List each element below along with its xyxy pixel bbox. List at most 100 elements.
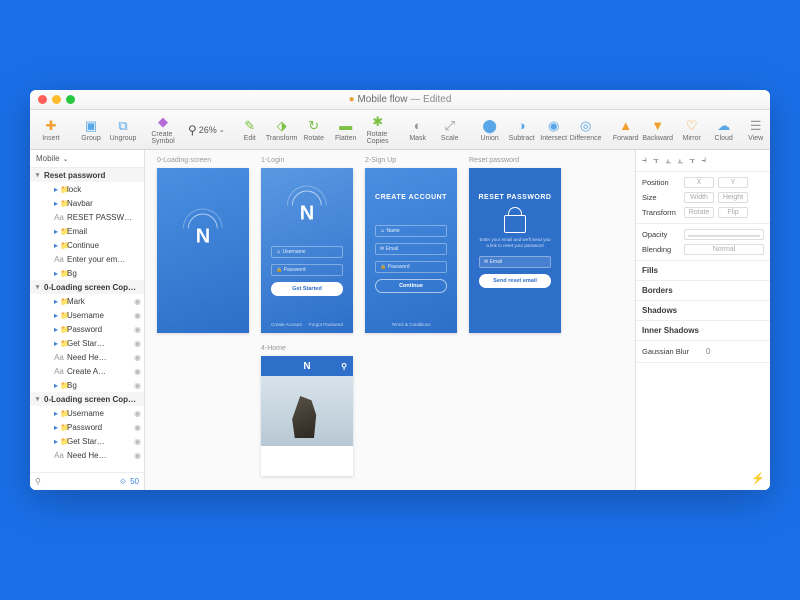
flip-input[interactable]: Flip [718,207,748,218]
union-button[interactable]: ⬤Union [475,116,505,144]
blending-select[interactable]: Normal [684,244,764,255]
layer-row[interactable]: ▸ 📁Continue [30,238,144,252]
email-field: ✉ Email [375,243,447,255]
canvas[interactable]: 0-Loading screen N 1-Login N ☺ Username … [145,150,635,490]
layer-row[interactable]: AaRESET PASSW… [30,210,144,224]
continue-button: Continue [375,279,447,293]
artboard-loading[interactable]: 0-Loading screen N [157,168,249,333]
ungroup-button[interactable]: ⧉Ungroup [108,116,138,144]
visibility-icon[interactable]: ◉ [134,423,144,432]
bolt-icon[interactable]: ⚡ [751,472,765,485]
flatten-button[interactable]: ▬Flatten [331,116,361,144]
traffic-lights [30,95,75,104]
layer-row[interactable]: ▸ 📁Bg [30,266,144,280]
cloud-button[interactable]: ☁Cloud [709,116,739,144]
zoom-control[interactable]: ⚲26%⌄ [188,123,225,137]
home-navbar: N⚲ [261,356,353,376]
artboard-reset[interactable]: Reset password RESET PASSWORD Enter your… [469,168,561,333]
layer-row[interactable]: AaEnter your em… [30,252,144,266]
forward-button[interactable]: ▲Forward [611,116,641,144]
visibility-icon[interactable]: ◉ [134,437,144,446]
layer-row[interactable]: ▸ 📁Bg◉ [30,378,144,392]
page-selector[interactable]: Mobile ⌄ [30,150,144,168]
toolbar: ✚Insert ▣Group ⧉Ungroup ◆Create Symbol ⚲… [30,110,770,150]
borders-section[interactable]: Borders [642,284,764,297]
visibility-icon[interactable]: ◉ [134,451,144,460]
fills-section[interactable]: Fills [642,264,764,277]
layer-row[interactable]: ▸ 📁Navbar [30,196,144,210]
layer-row[interactable]: ▸ 📁Username◉ [30,406,144,420]
inner-shadows-section[interactable]: Inner Shadows [642,324,764,337]
send-reset-button: Send reset email [479,274,551,288]
visibility-icon[interactable]: ◉ [134,409,144,418]
artboard-home[interactable]: 4-Home N⚲ [261,356,353,476]
artboard-label: Reset password [469,157,519,164]
visibility-icon[interactable]: ◉ [134,367,144,376]
rotate-input[interactable]: Rotate [684,207,714,218]
screen-title: CREATE ACCOUNT [365,168,457,201]
layer-row[interactable]: AaNeed He…◉ [30,350,144,364]
password-field: 🔒 Password [375,261,447,273]
close-icon[interactable] [38,95,47,104]
layer-row[interactable]: ▸ 📁Get Star…◉ [30,336,144,350]
mask-button[interactable]: ◐Mask [403,116,433,144]
layer-row[interactable]: ▸ 📁Email [30,224,144,238]
visibility-icon[interactable]: ◉ [134,381,144,390]
filter-icon[interactable]: ⚲ [35,477,41,486]
align-center-icon[interactable]: ⫟ [653,155,659,166]
subtract-button[interactable]: ◑Subtract [507,116,537,144]
align-right-icon[interactable]: ⫠ [665,155,671,166]
align-middle-icon[interactable]: ⫟ [689,155,695,166]
scale-button[interactable]: ⤢Scale [435,116,465,144]
align-top-icon[interactable]: ⫠ [677,155,683,166]
visibility-icon[interactable]: ◉ [134,311,144,320]
name-field: ☺ Name [375,225,447,237]
layer-row[interactable]: ▸ 📁Password◉ [30,322,144,336]
layer-row[interactable]: ▸ 📁Mark◉ [30,294,144,308]
view-button[interactable]: ☰View [741,116,770,144]
layer-row[interactable]: ▸ 📁Get Star…◉ [30,434,144,448]
y-input[interactable]: Y [718,177,748,188]
layer-row[interactable]: ▸ 📁Password◉ [30,420,144,434]
edit-button[interactable]: ✎Edit [235,116,265,144]
zoom-icon[interactable] [66,95,75,104]
visibility-icon[interactable]: ◉ [134,325,144,334]
layer-row[interactable]: AaNeed He…◉ [30,448,144,462]
rotate-button[interactable]: ↻Rotate [299,116,329,144]
window-title: ● Mobile flow — Edited [349,94,452,105]
transform-button[interactable]: ⬗Transform [267,116,297,144]
layer-count: 50 [130,477,139,486]
layer-group-header[interactable]: ▾Reset password [30,168,144,182]
backward-button[interactable]: ▼Backward [643,116,673,144]
difference-button[interactable]: ◎Difference [571,116,601,144]
email-field: ✉ Email [479,256,551,268]
layer-row[interactable]: AaCreate A…◉ [30,364,144,378]
align-left-icon[interactable]: ⫞ [642,155,647,166]
insert-button[interactable]: ✚Insert [36,116,66,144]
artboard-login[interactable]: 1-Login N ☺ Username 🔒 Password Get Star… [261,168,353,333]
height-input[interactable]: Height [718,192,748,203]
align-bottom-icon[interactable]: ⫞ [701,155,706,166]
titlebar: ● Mobile flow — Edited [30,90,770,110]
layer-tool-icon[interactable]: ⟐ [120,477,126,487]
x-input[interactable]: X [684,177,714,188]
layer-row[interactable]: ▸ 📁lock [30,182,144,196]
layer-group-header[interactable]: ▾0-Loading screen Cop… [30,392,144,406]
opacity-slider[interactable] [684,229,764,240]
shadows-section[interactable]: Shadows [642,304,764,317]
artboard-signup[interactable]: 2-Sign Up CREATE ACCOUNT ☺ Name ✉ Email … [365,168,457,333]
layer-row[interactable]: ▸ 📁Username◉ [30,308,144,322]
inspector-panel: ⫞ ⫟ ⫠ ⫠ ⫟ ⫞ PositionXY SizeWidthHeight T… [635,150,770,490]
rotate-copies-button[interactable]: ✱Rotate Copies [363,112,393,147]
group-button[interactable]: ▣Group [76,116,106,144]
layer-group-header[interactable]: ▾0-Loading screen Cop… [30,280,144,294]
intersect-button[interactable]: ◉Intersect [539,116,569,144]
width-input[interactable]: Width [684,192,714,203]
visibility-icon[interactable]: ◉ [134,353,144,362]
visibility-icon[interactable]: ◉ [134,297,144,306]
visibility-icon[interactable]: ◉ [134,339,144,348]
create-symbol-button[interactable]: ◆Create Symbol [148,112,178,147]
minimize-icon[interactable] [52,95,61,104]
mirror-button[interactable]: ♡Mirror [677,116,707,144]
align-tools[interactable]: ⫞ ⫟ ⫠ ⫠ ⫟ ⫞ [636,150,770,172]
